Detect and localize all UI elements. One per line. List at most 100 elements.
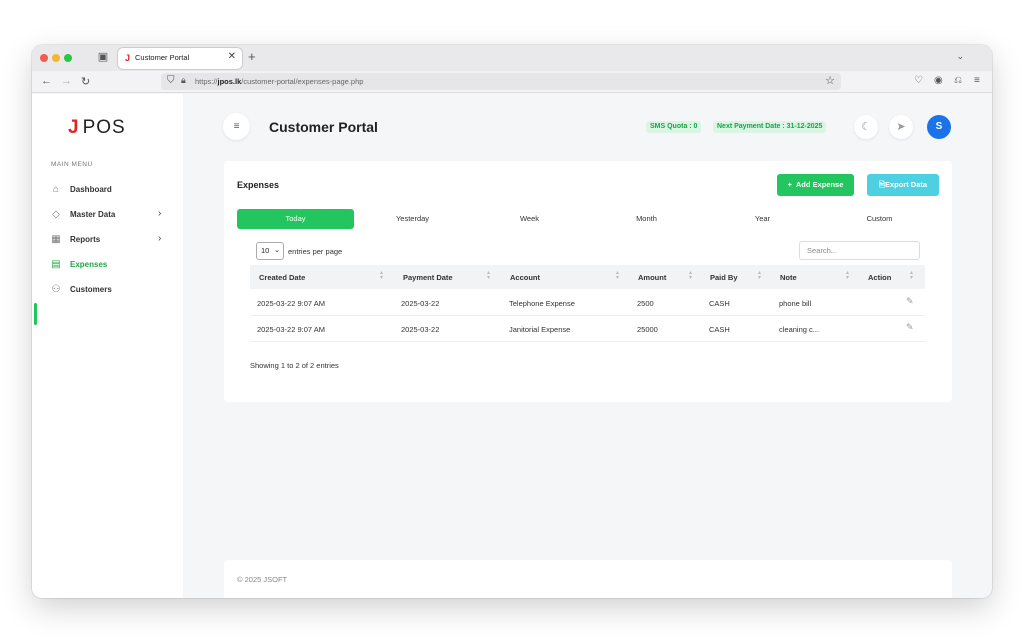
hamburger-icon: ≡ <box>233 121 240 132</box>
table-info: Showing 1 to 2 of 2 entries <box>250 361 339 370</box>
close-window-button[interactable] <box>40 54 48 62</box>
menu-heading: MAIN MENU <box>51 161 93 168</box>
column-payment-date[interactable]: Payment Date <box>403 273 453 282</box>
column-paid-by[interactable]: Paid By <box>710 273 738 282</box>
send-button[interactable]: ➤ <box>889 115 913 139</box>
chevron-right-icon: › <box>158 208 162 219</box>
new-tab-icon[interactable]: + <box>248 49 256 64</box>
cell-paid-by: CASH <box>709 325 730 334</box>
grid-icon: ▦ <box>51 234 61 245</box>
sort-icon[interactable]: ▴ ▾ <box>846 270 849 281</box>
send-icon: ➤ <box>896 121 906 133</box>
chevron-down-icon[interactable]: ⌄ <box>956 51 964 62</box>
sort-icon[interactable]: ▴ ▾ <box>758 270 761 281</box>
sidebar-item-master-data[interactable]: ◇ Master Data › <box>32 205 183 225</box>
sms-quota-badge: SMS Quota : 0 <box>646 121 702 133</box>
sidebar-item-dashboard[interactable]: ⌂ Dashboard <box>32 180 183 200</box>
add-expense-label: Add Expense <box>795 180 844 189</box>
column-created-date[interactable]: Created Date <box>259 273 305 282</box>
tab-overview-icon[interactable]: ▣ <box>96 50 110 64</box>
filter-week[interactable]: Week <box>471 209 588 229</box>
account-icon[interactable]: ◉ <box>934 75 943 86</box>
next-payment-badge: Next Payment Date : 31-12-2025 <box>713 121 827 133</box>
sidebar-item-label: Dashboard <box>70 185 112 194</box>
lock-icon[interactable]: 🔒︎ <box>181 75 186 86</box>
cell-paid-by: CASH <box>709 299 730 308</box>
sidebar-item-label: Reports <box>70 235 101 244</box>
calendar-icon: ▤ <box>51 259 61 270</box>
expenses-card: Expenses + Add Expense 🗎︎Export Data Tod… <box>224 161 952 402</box>
sidebar-item-reports[interactable]: ▦ Reports › <box>32 230 183 250</box>
browser-tab[interactable]: J Customer Portal ✕ <box>118 48 242 69</box>
cell-created-date: 2025-03-22 9:07 AM <box>257 299 325 308</box>
minimize-window-button[interactable] <box>52 54 60 62</box>
table-row: 2025-03-22 9:07 AM 2025-03-22 Telephone … <box>250 290 925 316</box>
cell-note: cleaning c... <box>779 325 820 334</box>
chevron-down-icon: ⌄ <box>274 247 280 254</box>
sidebar-item-expenses[interactable]: ▤ Expenses <box>32 255 183 275</box>
address-bar[interactable]: ⛉ 🔒︎ https://jpos.lk/customer-portal/exp… <box>161 73 841 90</box>
tab-strip: ▣ J Customer Portal ✕ + ⌄ <box>32 45 992 71</box>
sidebar-item-label: Customers <box>70 285 112 294</box>
cell-account: Janitorial Expense <box>509 325 571 334</box>
navigation-bar: ← → ↻ ⛉ 🔒︎ https://jpos.lk/customer-port… <box>32 71 992 93</box>
entries-value: 10 <box>261 246 270 255</box>
cell-created-date: 2025-03-22 9:07 AM <box>257 325 325 334</box>
url-text[interactable]: https://jpos.lk/customer-portal/expenses… <box>195 77 363 86</box>
search-input[interactable]: Search... <box>799 241 920 260</box>
tab-title: Customer Portal <box>135 53 190 62</box>
plus-icon: + <box>787 180 792 189</box>
export-data-label: Export Data <box>884 180 928 189</box>
logo[interactable]: J POS <box>68 117 126 139</box>
table-header: Created Date ▴ ▾ Payment Date ▴ ▾ Account … <box>250 265 925 289</box>
filter-month[interactable]: Month <box>588 209 705 229</box>
sort-icon[interactable]: ▴ ▾ <box>689 270 692 281</box>
sort-icon[interactable]: ▴ ▾ <box>487 270 490 281</box>
sort-icon[interactable]: ▴ ▾ <box>380 270 383 281</box>
favicon-icon: J <box>125 53 131 63</box>
card-title: Expenses <box>237 180 280 190</box>
export-data-button[interactable]: 🗎︎Export Data <box>867 174 939 196</box>
filter-year[interactable]: Year <box>704 209 821 229</box>
chevron-right-icon: › <box>158 233 162 244</box>
filter-yesterday[interactable]: Yesterday <box>354 209 471 229</box>
sort-icon[interactable]: ▴ ▾ <box>616 270 619 281</box>
sidebar: J POS MAIN MENU ⌂ Dashboard ◇ Master Data… <box>32 94 183 598</box>
sidebar-item-customers[interactable]: ⚇ Customers <box>32 280 183 300</box>
browser-window: ▣ J Customer Portal ✕ + ⌄ ← → ↻ ⛉ 🔒︎ htt… <box>32 45 992 598</box>
menu-icon[interactable]: ≡ <box>974 75 980 86</box>
edit-pencil-icon[interactable]: ✎ <box>906 322 914 333</box>
pocket-icon[interactable]: ♡ <box>914 75 923 86</box>
avatar[interactable]: S <box>927 115 951 139</box>
edit-pencil-icon[interactable]: ✎ <box>906 296 914 307</box>
shield-icon[interactable]: ⛉ <box>167 75 175 86</box>
add-expense-button[interactable]: + Add Expense <box>777 174 854 196</box>
bookmark-star-icon[interactable]: ☆ <box>825 74 835 87</box>
table-row: 2025-03-22 9:07 AM 2025-03-22 Janitorial… <box>250 316 925 342</box>
entries-label: entries per page <box>288 247 343 256</box>
entries-per-page-select[interactable]: 10 ⌄ <box>256 242 284 260</box>
close-tab-icon[interactable]: ✕ <box>228 51 236 62</box>
back-icon[interactable]: ← <box>41 75 52 87</box>
page-title: Customer Portal <box>269 119 378 135</box>
column-amount[interactable]: Amount <box>638 273 666 282</box>
maximize-window-button[interactable] <box>64 54 72 62</box>
moon-icon: ☾ <box>861 121 871 133</box>
reload-icon[interactable]: ↻ <box>81 75 90 88</box>
cell-payment-date: 2025-03-22 <box>401 325 440 334</box>
column-note[interactable]: Note <box>780 273 797 282</box>
eye-icon: ◇ <box>52 209 60 220</box>
menu-toggle-button[interactable]: ≡ <box>223 113 250 140</box>
filter-custom[interactable]: Custom <box>821 209 938 229</box>
dark-mode-button[interactable]: ☾ <box>854 115 878 139</box>
sort-icon[interactable]: ▴ ▾ <box>910 270 913 281</box>
forward-icon[interactable]: → <box>61 75 72 87</box>
sidebar-item-label: Master Data <box>70 210 116 219</box>
column-account[interactable]: Account <box>510 273 540 282</box>
extensions-icon[interactable]: ⎌ <box>954 75 962 86</box>
home-icon: ⌂ <box>52 184 60 195</box>
cell-account: Telephone Expense <box>509 299 575 308</box>
cell-note: phone bill <box>779 299 812 308</box>
sidebar-item-label: Expenses <box>70 260 108 269</box>
filter-today[interactable]: Today <box>237 209 354 229</box>
